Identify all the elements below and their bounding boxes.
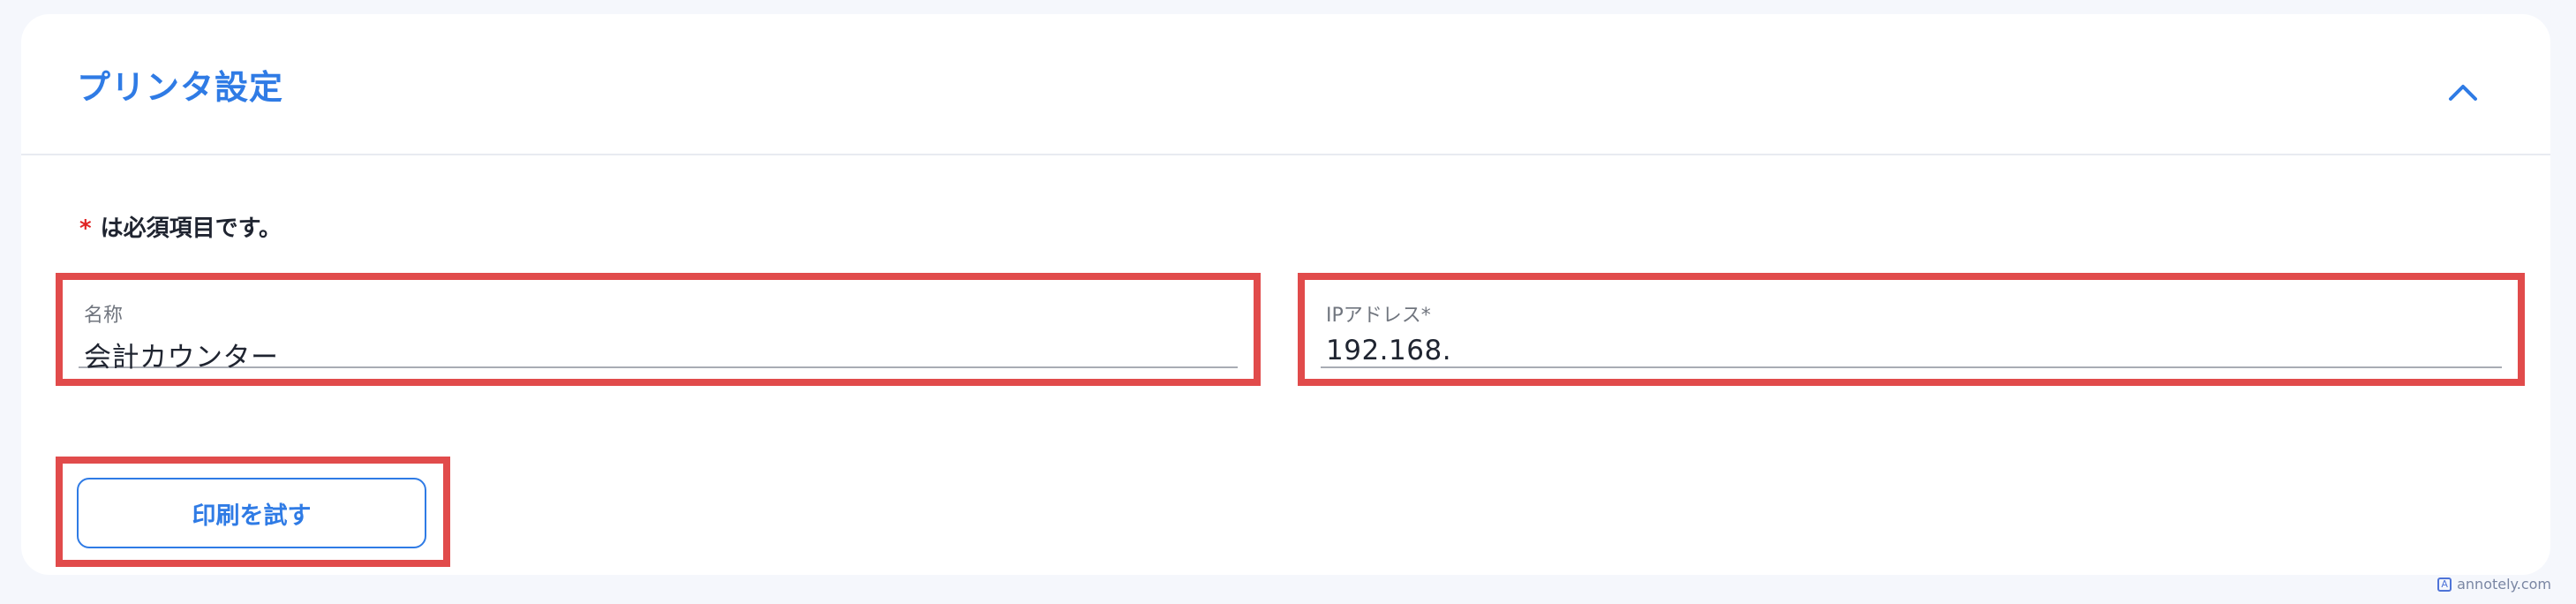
chevron-up-icon [2449, 85, 2477, 101]
required-star: * [79, 215, 92, 242]
ip-address-field-label: IPアドレス* [1326, 305, 1431, 327]
name-field-label: 名称 [84, 305, 124, 327]
printer-settings-card: プリンタ設定 * は必須項目です。 名称 会計カウンター IPアドレス* 192.… [21, 14, 2550, 575]
ip-address-input[interactable]: 192.168. [1326, 335, 1451, 366]
test-print-highlight: 印刷を試す [56, 457, 450, 567]
name-field-highlight: 名称 会計カウンター [56, 273, 1261, 386]
name-field[interactable]: 名称 会計カウンター [79, 291, 1238, 374]
card-header: プリンタ設定 [21, 14, 2550, 155]
required-note-text: は必須項目です。 [100, 215, 282, 242]
ip-address-field-highlight: IPアドレス* 192.168. [1298, 273, 2525, 386]
required-note: * は必須項目です。 [79, 210, 282, 243]
card-title: プリンタ設定 [77, 68, 284, 107]
watermark: A annotely.com [2437, 576, 2551, 593]
collapse-button[interactable] [2438, 67, 2488, 117]
annotely-logo-icon: A [2437, 577, 2452, 592]
ip-address-field[interactable]: IPアドレス* 192.168. [1321, 291, 2502, 368]
watermark-text: annotely.com [2457, 576, 2551, 593]
test-print-button[interactable]: 印刷を試す [77, 478, 426, 548]
name-input[interactable]: 会計カウンター [84, 335, 279, 374]
